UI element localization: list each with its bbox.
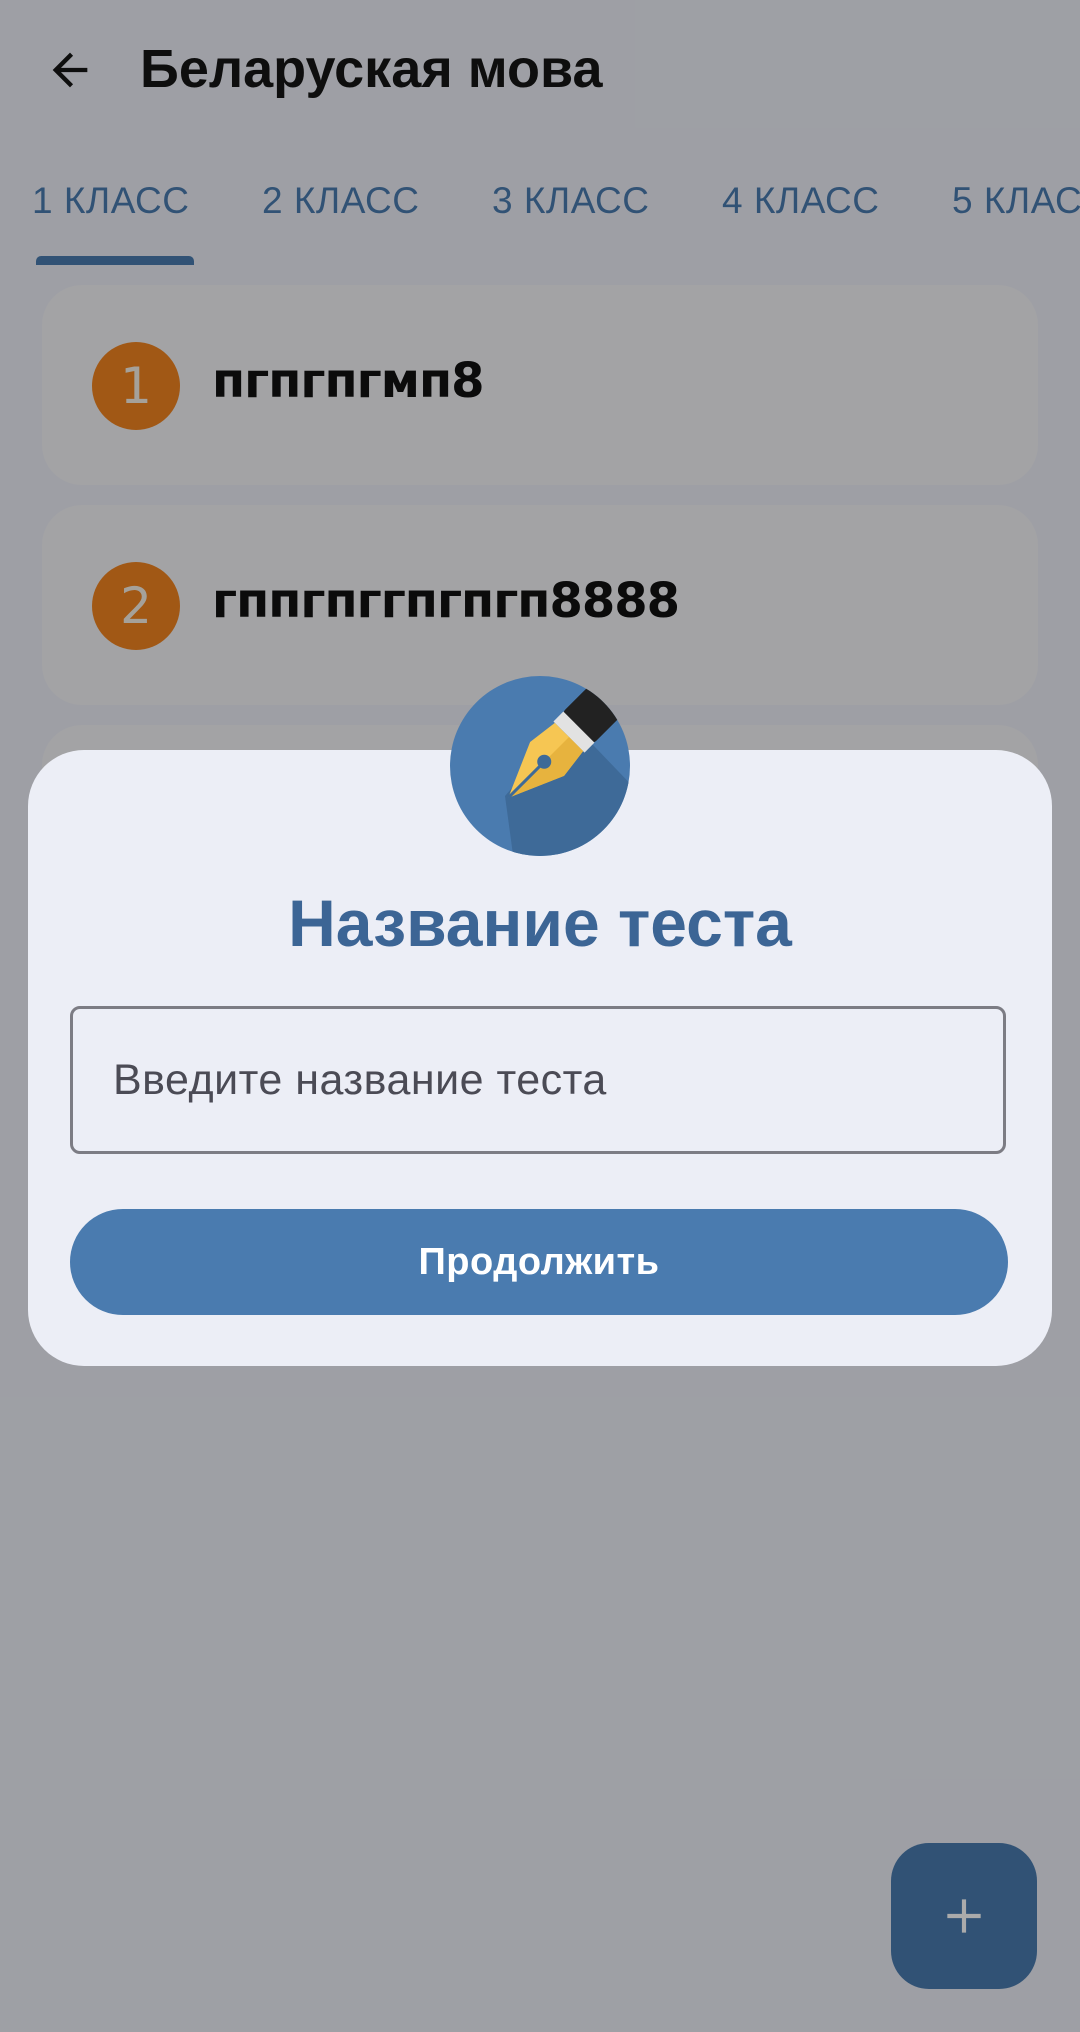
- test-name-input[interactable]: [70, 1006, 1006, 1154]
- continue-button[interactable]: Продолжить: [70, 1209, 1008, 1315]
- fountain-pen-icon: [450, 676, 630, 856]
- dialog-title: Название теста: [288, 886, 792, 960]
